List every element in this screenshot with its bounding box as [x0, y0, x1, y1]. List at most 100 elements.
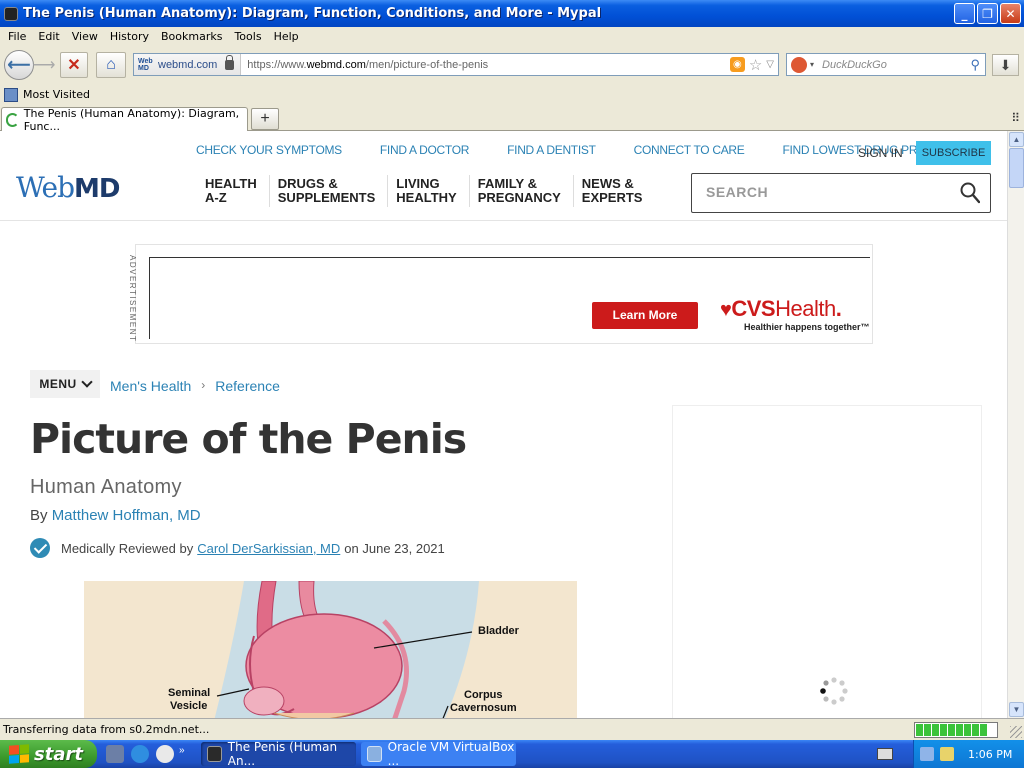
- sign-in-link[interactable]: SIGN IN: [858, 146, 903, 160]
- ad-learn-more-button[interactable]: Learn More: [592, 302, 698, 329]
- scrollbar-thumb[interactable]: [1009, 148, 1024, 188]
- menu-tools[interactable]: Tools: [229, 30, 268, 43]
- quick-launch-more-icon[interactable]: »: [179, 745, 185, 763]
- progress-block: [924, 724, 931, 736]
- clock: 1:06 PM: [968, 747, 1013, 761]
- menu-file[interactable]: File: [3, 30, 33, 43]
- progress-block: [980, 724, 987, 736]
- status-bar: Transferring data from s0.2mdn.net...: [0, 718, 1024, 740]
- start-button[interactable]: start: [0, 740, 97, 768]
- menu-label: MENU: [39, 377, 77, 391]
- search-bar[interactable]: ▾ DuckDuckGo ⚲: [786, 53, 986, 76]
- url-text[interactable]: https://www.webmd.com/men/picture-of-the…: [241, 59, 730, 71]
- breadcrumb-reference[interactable]: Reference: [215, 378, 280, 394]
- new-tab-button[interactable]: +: [251, 108, 279, 130]
- cvs-health-logo[interactable]: ♥CVSHealth.: [720, 296, 842, 322]
- duckduckgo-icon[interactable]: [791, 56, 807, 73]
- byline-prefix: By: [30, 507, 52, 524]
- progress-block: [948, 724, 955, 736]
- author-link[interactable]: Matthew Hoffman, MD: [52, 507, 201, 524]
- rss-feed-icon[interactable]: ◉: [729, 57, 745, 72]
- reviewer-link[interactable]: Carol DerSarkissian, MD: [197, 541, 340, 556]
- stop-x-icon: ✕: [67, 57, 81, 74]
- verified-check-icon: [30, 538, 50, 558]
- downloads-button[interactable]: ⬇: [992, 54, 1019, 76]
- status-text: Transferring data from s0.2mdn.net...: [3, 723, 210, 736]
- search-go-icon[interactable]: ⚲: [970, 57, 980, 73]
- keyboard-language-icon[interactable]: [877, 748, 893, 760]
- scroll-up-arrow-icon[interactable]: ▲: [1009, 132, 1024, 147]
- scroll-down-arrow-icon[interactable]: ▼: [1009, 702, 1024, 717]
- link-find-dentist[interactable]: FIND A DENTIST: [507, 143, 596, 157]
- nav-drugs-supplements[interactable]: DRUGS & SUPPLEMENTS: [268, 175, 388, 207]
- restore-button[interactable]: ❐: [977, 3, 998, 24]
- search-icon[interactable]: [960, 182, 980, 204]
- menu-help[interactable]: Help: [269, 30, 306, 43]
- chevron-down-icon: [81, 376, 93, 388]
- link-connect-to-care[interactable]: CONNECT TO CARE: [634, 143, 745, 157]
- taskbar-item-virtualbox[interactable]: Oracle VM VirtualBox ...: [361, 740, 516, 768]
- mypal-task-icon: [207, 746, 222, 762]
- lock-icon: [225, 54, 235, 70]
- system-tray: 1:06 PM: [913, 740, 1024, 768]
- site-search-input[interactable]: [706, 184, 946, 200]
- home-icon: ⌂: [106, 56, 116, 73]
- stop-button[interactable]: ✕: [60, 52, 88, 78]
- url-bar[interactable]: Web MD webmd.com https://www.webmd.com/me…: [133, 53, 779, 76]
- back-button[interactable]: ⟵: [4, 50, 34, 80]
- home-button[interactable]: ⌂: [96, 52, 126, 78]
- label-vesicle: Vesicle: [170, 700, 208, 712]
- network-icon[interactable]: [920, 747, 934, 761]
- site-identity-button[interactable]: Web MD webmd.com: [134, 54, 242, 75]
- breadcrumb-separator: ›: [201, 378, 206, 392]
- nav-news-experts[interactable]: NEWS & EXPERTS: [572, 175, 655, 207]
- breadcrumb-mens-health[interactable]: Men's Health: [110, 378, 191, 394]
- most-visited-bookmark[interactable]: Most Visited: [23, 88, 90, 101]
- window-controls: _ ❐ ✕: [954, 3, 1021, 24]
- internet-explorer-icon[interactable]: [131, 745, 149, 763]
- taskbar-item-mypal[interactable]: The Penis (Human An...: [201, 740, 356, 768]
- tab-list-icon[interactable]: ⠿: [1011, 111, 1020, 125]
- banner-ad: ADVERTISEMENT Learn More ♥CVSHealth. Hea…: [128, 244, 873, 344]
- ad-tagline: Healthier happens together™: [744, 322, 870, 332]
- loading-spinner-icon: [820, 677, 848, 705]
- menu-button[interactable]: MENU: [30, 370, 100, 398]
- tab-active[interactable]: The Penis (Human Anatomy): Diagram, Func…: [1, 107, 248, 133]
- nav-family-pregnancy[interactable]: FAMILY & PREGNANCY: [468, 175, 573, 207]
- subscribe-button[interactable]: SUBSCRIBE: [916, 141, 991, 165]
- engine-dropdown-icon[interactable]: ▾: [810, 60, 814, 69]
- safely-remove-icon[interactable]: [940, 747, 954, 761]
- forward-button[interactable]: ⟶: [33, 52, 56, 78]
- window-title-bar[interactable]: The Penis (Human Anatomy): Diagram, Func…: [0, 0, 1024, 27]
- bookmark-star-icon[interactable]: ☆: [749, 56, 762, 74]
- progress-block: [964, 724, 971, 736]
- link-check-symptoms[interactable]: CHECK YOUR SYMPTOMS: [196, 143, 342, 157]
- minimize-button[interactable]: _: [954, 3, 975, 24]
- url-prefix: https://www.: [247, 58, 307, 71]
- mypal-app-icon: [4, 6, 18, 21]
- nav-health-az[interactable]: HEALTH A-Z: [197, 175, 269, 207]
- url-bar-icons: ◉ ☆ ▽: [729, 56, 778, 74]
- menu-history[interactable]: History: [105, 30, 156, 43]
- nav-living-healthy[interactable]: LIVING HEALTHY: [387, 175, 468, 207]
- windows-taskbar: start » The Penis (Human An... Oracle VM…: [0, 740, 1024, 768]
- menu-bookmarks[interactable]: Bookmarks: [156, 30, 229, 43]
- link-find-doctor[interactable]: FIND A DOCTOR: [380, 143, 470, 157]
- window-title: The Penis (Human Anatomy): Diagram, Func…: [23, 6, 602, 21]
- close-button[interactable]: ✕: [1000, 3, 1021, 24]
- media-player-icon[interactable]: [156, 745, 174, 763]
- resize-grip-icon[interactable]: [1010, 726, 1022, 738]
- label-corpus: Corpus: [464, 689, 503, 701]
- label-bladder: Bladder: [478, 625, 519, 637]
- menu-view[interactable]: View: [67, 30, 105, 43]
- vertical-scrollbar[interactable]: ▲ ▼: [1007, 131, 1024, 718]
- site-search: [691, 173, 991, 213]
- webmd-logo[interactable]: WebMD: [16, 171, 120, 204]
- ad-frame[interactable]: Learn More ♥CVSHealth. Healthier happens…: [149, 257, 870, 339]
- tab-loading-icon: [6, 112, 19, 127]
- start-label: start: [34, 743, 83, 765]
- url-history-dropdown-icon[interactable]: ▽: [766, 59, 774, 70]
- most-visited-folder-icon: [4, 87, 18, 102]
- show-desktop-icon[interactable]: [106, 745, 124, 763]
- menu-edit[interactable]: Edit: [33, 30, 66, 43]
